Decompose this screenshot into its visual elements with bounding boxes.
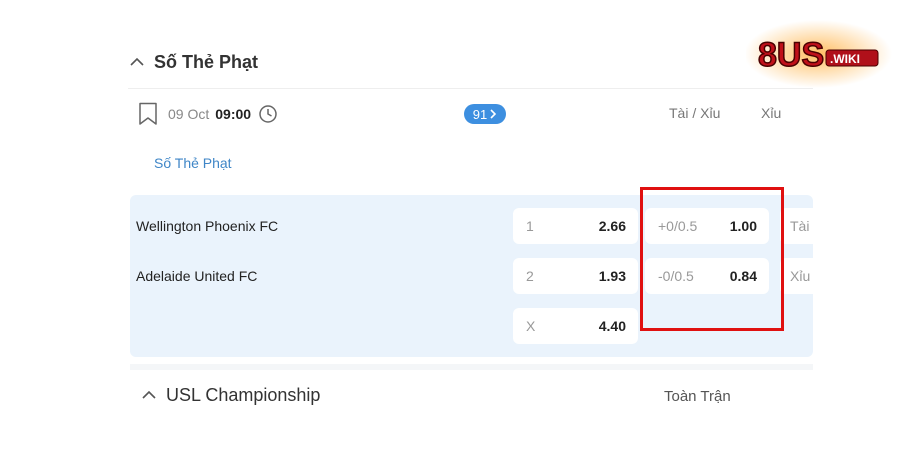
chevron-right-icon xyxy=(490,109,497,119)
column-header-under: Xỉu xyxy=(761,105,782,121)
divider xyxy=(128,88,813,89)
odd-button-home[interactable]: 1 2.66 xyxy=(513,208,638,244)
markets-count-badge[interactable]: 91 xyxy=(464,104,506,124)
odd-label: 2 xyxy=(526,268,534,284)
odd-label: X xyxy=(526,318,536,334)
event-time: 09:00 xyxy=(215,106,252,122)
next-section-header[interactable]: USL Championship xyxy=(140,382,320,408)
chevron-up-icon[interactable] xyxy=(140,386,158,404)
odd-value: 1.93 xyxy=(598,268,626,284)
under-label: Xỉu xyxy=(790,268,811,284)
column-header-full-match: Toàn Trận xyxy=(664,388,731,405)
bookmark-icon[interactable] xyxy=(138,102,158,126)
over-button-partial[interactable]: Tài xyxy=(780,208,813,244)
section-separator xyxy=(130,364,813,370)
logo-subtext: .WIKI xyxy=(830,52,860,66)
odd-value: 2.66 xyxy=(598,218,626,234)
column-header-over-under: Tài / Xỉu xyxy=(669,105,721,121)
brand-logo: 8US .WIKI xyxy=(746,20,892,88)
clock-icon xyxy=(259,105,277,123)
event-info-row: 09 Oct 09:00 xyxy=(138,98,278,130)
markets-count: 91 xyxy=(472,106,488,122)
over-label: Tài xyxy=(790,218,810,234)
home-team: Wellington Phoenix FC xyxy=(136,218,279,234)
away-team: Adelaide United FC xyxy=(136,268,258,284)
odd-label: 1 xyxy=(526,218,534,234)
odd-button-draw[interactable]: X 4.40 xyxy=(513,308,638,344)
odd-button-away[interactable]: 2 1.93 xyxy=(513,258,638,294)
under-button-partial[interactable]: Xỉu xyxy=(780,258,813,294)
chevron-up-icon[interactable] xyxy=(128,53,146,71)
next-section-title: USL Championship xyxy=(166,384,321,405)
odd-value: 4.40 xyxy=(598,318,626,334)
highlight-box xyxy=(640,187,784,331)
logo-text: 8US xyxy=(758,36,824,74)
event-date: 09 Oct xyxy=(168,106,210,122)
league-link[interactable]: Số Thẻ Phạt xyxy=(154,155,232,171)
section-title: Số Thẻ Phạt xyxy=(154,51,259,72)
section-header[interactable]: Số Thẻ Phạt xyxy=(128,48,258,76)
